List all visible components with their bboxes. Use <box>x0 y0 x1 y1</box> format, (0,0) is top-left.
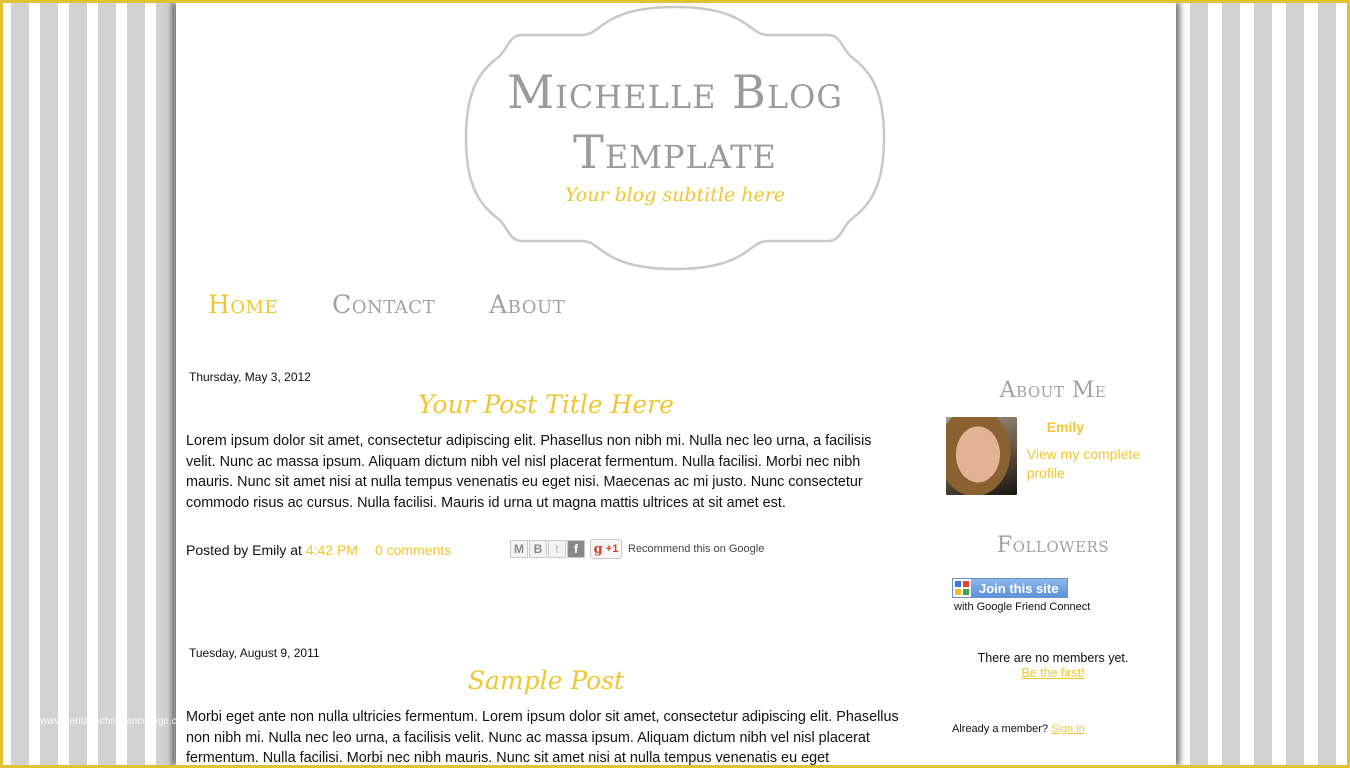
post: Tuesday, August 9, 2011 Sample Post Morb… <box>186 646 899 768</box>
post-title[interactable]: Your Post Title Here <box>186 390 906 419</box>
watermark: www.heritagechristiancollege.com <box>40 716 191 727</box>
blog-title-line1: Michelle Blog <box>507 65 843 119</box>
background-stripes-right <box>1176 0 1350 768</box>
sign-in-link[interactable]: Sign in <box>1051 723 1085 735</box>
header-pattern-left <box>176 72 496 208</box>
comments-link[interactable]: 0 comments <box>375 542 451 558</box>
share-buttons: M B t f g +1 Recommend this on Google <box>510 539 765 560</box>
facebook-icon[interactable]: f <box>567 540 585 559</box>
followers-title: Followers <box>996 533 1110 558</box>
post-title[interactable]: Sample Post <box>186 666 906 695</box>
post-time-link[interactable]: 4:42 PM <box>306 542 358 558</box>
posted-by: Posted by Emily at <box>186 542 302 559</box>
blogger-icon[interactable]: B <box>529 540 547 559</box>
header-pattern-right <box>852 72 1176 208</box>
google-plus-icon: g <box>593 541 603 557</box>
blog-title-line2: Template <box>573 125 777 179</box>
blog-subtitle: Your blog subtitle here <box>564 184 786 206</box>
main-nav: Home Contact About <box>208 290 619 319</box>
post-divider <box>302 595 788 627</box>
recommend-text: Recommend this on Google <box>628 543 765 556</box>
blog-page: Michelle Blog Template Your blog subtitl… <box>176 0 1176 768</box>
avatar[interactable] <box>946 417 1017 495</box>
nav-about[interactable]: About <box>489 290 565 319</box>
main-column-2: Tuesday, August 9, 2011 Sample Post Morb… <box>186 646 899 768</box>
background-stripes-left <box>0 0 176 768</box>
sidebar: About Me Emily View my complete profile … <box>942 378 1164 735</box>
gfc-subtext: with Google Friend Connect <box>954 601 1091 613</box>
about-me-title: About Me <box>999 378 1107 403</box>
post-date: Tuesday, August 9, 2011 <box>189 646 320 660</box>
profile-name[interactable]: Emily <box>1047 419 1164 435</box>
post-body: Lorem ipsum dolor sit amet, consectetur … <box>186 433 872 511</box>
post: Thursday, May 3, 2012 Your Post Title He… <box>186 370 896 561</box>
friend-connect: Join this site with Google Friend Connec… <box>952 578 1164 613</box>
twitter-icon[interactable]: t <box>548 540 566 559</box>
already-member: Already a member? Sign in <box>952 723 1085 735</box>
google-friend-connect-icon <box>953 579 971 597</box>
view-profile-link[interactable]: View my complete profile <box>1027 445 1164 483</box>
post-date: Thursday, May 3, 2012 <box>189 370 311 384</box>
main-column: Thursday, May 3, 2012 Your Post Title He… <box>186 370 896 561</box>
nav-contact[interactable]: Contact <box>332 290 435 319</box>
nav-home[interactable]: Home <box>208 290 278 319</box>
members-status: There are no members yet. Be the first! <box>942 651 1164 680</box>
post-footer: Posted by Emily at 4:42 PM 0 comments M … <box>186 539 896 561</box>
post-body: Morbi eget ante non nulla ultricies ferm… <box>186 709 899 767</box>
google-plus-one-button[interactable]: g +1 <box>590 539 622 560</box>
email-icon[interactable]: M <box>510 540 528 559</box>
profile: Emily View my complete profile <box>942 417 1164 495</box>
be-first-link[interactable]: Be the first! <box>942 666 1164 680</box>
blog-title[interactable]: Michelle Blog Template <box>462 62 888 182</box>
join-site-button[interactable]: Join this site <box>952 578 1068 598</box>
